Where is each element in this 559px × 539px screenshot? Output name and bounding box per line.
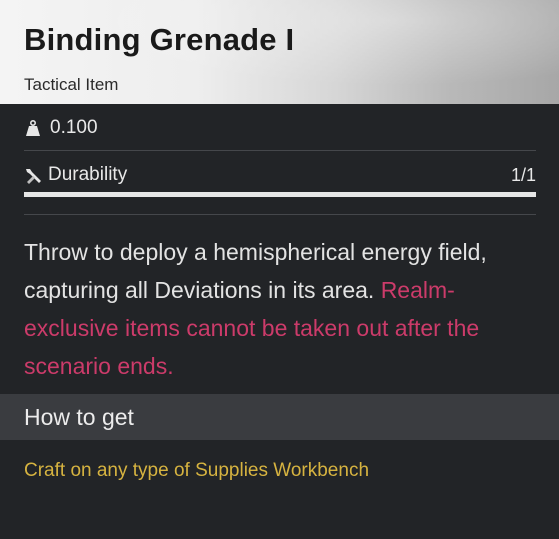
divider [24, 214, 536, 215]
item-tooltip: Binding Grenade I Tactical Item 0.100 Du… [0, 0, 559, 539]
durability-row: Durability 1/1 [24, 162, 536, 188]
item-description: Throw to deploy a hemispherical energy f… [24, 233, 539, 385]
divider [24, 150, 536, 151]
how-to-get-header: How to get [0, 394, 559, 440]
how-to-get-heading: How to get [24, 403, 134, 430]
durability-label: Durability [48, 164, 128, 185]
acquisition-source: Craft on any type of Supplies Workbench [24, 460, 370, 481]
weight-icon [24, 119, 42, 137]
durability-bar-fill [24, 192, 536, 197]
item-header: Binding Grenade I Tactical Item [0, 0, 559, 104]
wrench-icon [24, 166, 42, 184]
durability-value: 1/1 [510, 164, 536, 185]
item-category: Tactical Item [24, 75, 119, 94]
weight-row: 0.100 [24, 116, 98, 140]
durability-bar [24, 192, 536, 197]
item-name: Binding Grenade I [24, 22, 295, 57]
weight-value: 0.100 [50, 117, 98, 138]
